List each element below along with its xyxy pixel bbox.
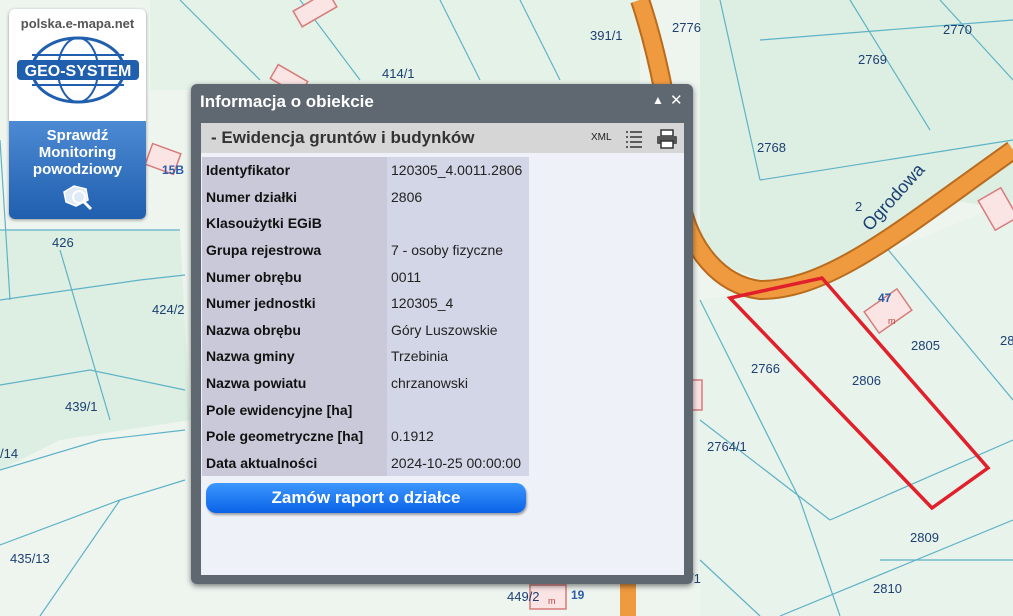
parcel-label: 449/2 [507, 589, 540, 604]
close-icon[interactable]: ✕ [670, 91, 683, 109]
attribute-table: Identyfikator 120305_4.0011.2806 Numer dzi… [202, 157, 529, 477]
row-value: Trzebinia [387, 343, 529, 370]
row-key: Pole geometryczne [ha] [202, 422, 387, 450]
parcel-label: 2764/1 [707, 439, 747, 454]
row-key: Numer jednostki [202, 289, 387, 317]
row-key: Nazwa gminy [202, 343, 387, 370]
parcel-label: 2805 [911, 338, 940, 353]
row-value: 120305_4 [387, 289, 529, 317]
table-row: Pole ewidencyjne [ha] [202, 396, 529, 423]
parcel-label: 2768 [757, 140, 786, 155]
parcel-label: /14 [0, 446, 18, 461]
row-key: Numer obrębu [202, 263, 387, 290]
table-row: Numer działki 2806 [202, 183, 529, 211]
row-value: 2806 [387, 183, 529, 211]
parcel-label: 2769 [858, 52, 887, 67]
row-value: 120305_4.0011.2806 [387, 157, 529, 184]
row-key: Data aktualności [202, 449, 387, 477]
brand-label: GEO-SYSTEM [24, 63, 131, 80]
object-info-dialog[interactable]: Informacja o obiekcie ▲ ✕ - Ewidencja gr… [191, 84, 693, 584]
parcel-label: 391/1 [590, 28, 623, 43]
parcel-label: 439/1 [65, 399, 98, 414]
row-key: Nazwa obrębu [202, 316, 387, 344]
parcel-label: 2770 [943, 22, 972, 37]
parcel-label: 2776 [672, 20, 701, 35]
row-value: chrzanowski [387, 369, 529, 397]
row-value: Góry Luszowskie [387, 316, 529, 344]
table-row: Klasoużytki EGiB [202, 210, 529, 237]
parcel-label: 2806 [852, 373, 881, 388]
row-key: Identyfikator [202, 157, 387, 184]
parcel-label: 424/2 [152, 302, 185, 317]
row-value [387, 210, 529, 237]
table-row: Numer jednostki 120305_4 [202, 289, 529, 317]
table-row: Pole geometryczne [ha] 0.1912 [202, 422, 529, 450]
dialog-titlebar[interactable]: Informacja o obiekcie ▲ ✕ [191, 84, 693, 117]
printer-icon[interactable] [656, 129, 678, 149]
row-value: 0011 [387, 263, 529, 290]
row-key: Nazwa powiatu [202, 369, 387, 397]
parcel-label: 435/13 [10, 551, 50, 566]
geo-system-logo: GEO-SYSTEM [9, 35, 146, 110]
row-key: Pole ewidencyjne [ha] [202, 396, 387, 423]
row-key: Grupa rejestrowa [202, 236, 387, 264]
site-url: polska.e-mapa.net [20, 16, 135, 31]
table-row: Numer obrębu 0011 [202, 263, 529, 290]
parcel-label: 2766 [751, 361, 780, 376]
building-letter: m [548, 596, 556, 606]
magnifier-map-icon [62, 185, 92, 211]
row-key: Klasoużytki EGiB [202, 210, 387, 237]
dialog-title: Informacja o obiekcie [200, 92, 374, 111]
row-value: 2024-10-25 00:00:00 [387, 449, 529, 477]
row-value: 7 - osoby fizyczne [387, 236, 529, 264]
table-row: Nazwa powiatu chrzanowski [202, 369, 529, 397]
parcel-label: 2809 [910, 530, 939, 545]
table-row: Nazwa gminy Trzebinia [202, 343, 529, 370]
dialog-body: - Ewidencja gruntów i budynków XML Ident… [201, 123, 684, 575]
promo-line: Monitoring [38, 144, 117, 161]
table-row: Data aktualności 2024-10-25 00:00:00 [202, 449, 529, 477]
parcel-label: 414/1 [382, 66, 415, 81]
row-key: Numer działki [202, 183, 387, 211]
flood-monitoring-link[interactable]: Sprawdź Monitoring powodziowy [9, 121, 146, 219]
parcel-label: 2 [855, 199, 862, 214]
building-number: 47 [878, 291, 892, 305]
parcel-label: 2810 [873, 581, 902, 596]
section-header[interactable]: - Ewidencja gruntów i budynków XML [201, 123, 684, 153]
table-row: Identyfikator 120305_4.0011.2806 [202, 157, 529, 184]
list-icon[interactable] [624, 129, 644, 149]
collapse-icon[interactable]: ▲ [652, 93, 664, 107]
xml-export-button[interactable]: XML [591, 132, 612, 143]
parcel-label: 426 [52, 235, 74, 250]
logo-panel[interactable]: polska.e-mapa.net GEO-SYSTEM Sprawdź Mon… [9, 9, 146, 219]
building-number: 15B [162, 163, 184, 177]
row-value [387, 396, 529, 423]
table-row: Grupa rejestrowa 7 - osoby fizyczne [202, 236, 529, 264]
row-value: 0.1912 [387, 422, 529, 450]
parcel-label: 28 [1000, 333, 1013, 348]
building-letter: m [888, 316, 896, 326]
table-row: Nazwa obrębu Góry Luszowskie [202, 316, 529, 344]
order-report-button[interactable]: Zamów raport o działce [206, 483, 526, 513]
promo-line: Sprawdź [46, 127, 109, 144]
promo-line: powodziowy [32, 161, 123, 178]
building-number: 19 [571, 588, 585, 602]
section-title: - Ewidencja gruntów i budynków [211, 128, 475, 147]
